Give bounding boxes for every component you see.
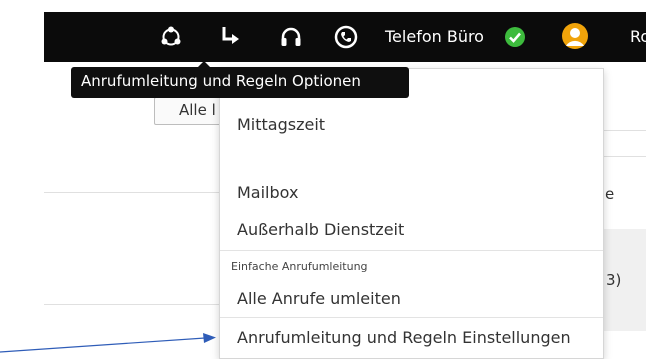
- divider: [44, 192, 219, 193]
- menu-section-header: Einfache Anrufumleitung: [231, 260, 368, 273]
- row-text: e: [605, 185, 615, 203]
- menu-separator: [220, 250, 603, 251]
- divider: [44, 304, 219, 305]
- user-avatar-icon[interactable]: [561, 22, 589, 50]
- call-forwarding-menu: Mittagszeit Mailbox Außerhalb Dienstzeit…: [219, 68, 604, 359]
- tooltip-arrow: [197, 61, 211, 68]
- user-name[interactable]: Ro: [630, 27, 646, 46]
- check-circle-icon: [505, 27, 525, 47]
- menu-item-mittagszeit[interactable]: Mittagszeit: [237, 115, 325, 134]
- call-forward-icon[interactable]: [219, 25, 243, 49]
- tooltip-text: Anrufumleitung und Regeln Optionen: [81, 72, 361, 90]
- headset-icon[interactable]: [279, 25, 303, 49]
- top-bar: Telefon Büro Ro: [44, 12, 646, 62]
- divider: [604, 156, 646, 157]
- all-filter-label: Alle l: [179, 101, 216, 119]
- menu-item-ausserhalb-dienstzeit[interactable]: Außerhalb Dienstzeit: [237, 220, 404, 239]
- divider: [604, 130, 646, 131]
- row-count: 3): [606, 271, 622, 289]
- network-icon[interactable]: [159, 25, 183, 49]
- phone-line-label[interactable]: Telefon Büro: [385, 27, 484, 46]
- menu-item-alle-anrufe-umleiten[interactable]: Alle Anrufe umleiten: [237, 289, 401, 308]
- phone-icon[interactable]: [334, 25, 358, 49]
- menu-item-regeln-einstellungen[interactable]: Anrufumleitung und Regeln Einstellungen: [237, 328, 571, 347]
- tooltip: Anrufumleitung und Regeln Optionen: [71, 61, 409, 98]
- menu-separator: [220, 317, 603, 318]
- menu-item-mailbox[interactable]: Mailbox: [237, 183, 298, 202]
